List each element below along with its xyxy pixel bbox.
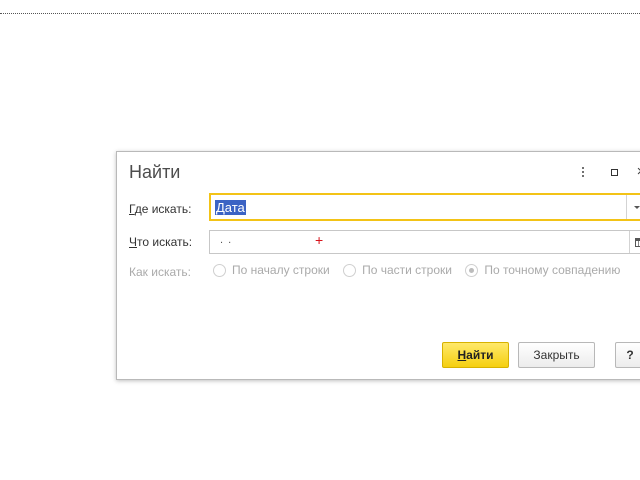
what-date-input[interactable]: . . + xyxy=(209,230,640,254)
where-label-rest: де искать: xyxy=(134,202,192,216)
find-mnemonic: Н xyxy=(457,348,467,362)
where-label: Где искать: xyxy=(129,202,191,216)
radio-part-of-string[interactable]: По части строки xyxy=(343,263,452,277)
where-select[interactable]: Дата xyxy=(209,193,640,221)
radio-label: По началу строки xyxy=(232,263,330,277)
calendar-icon[interactable] xyxy=(629,231,640,253)
find-dialog: Найти × Где искать: Дата Что искать: . .… xyxy=(116,151,640,380)
maximize-icon[interactable] xyxy=(606,164,622,180)
close-button[interactable]: Закрыть xyxy=(518,342,595,368)
dialog-title: Найти xyxy=(129,162,181,182)
chevron-down-icon[interactable] xyxy=(626,195,640,219)
radio-dot xyxy=(213,263,226,277)
radio-start-of-string[interactable]: По началу строки xyxy=(213,263,330,277)
how-label: Как искать: xyxy=(129,265,191,279)
where-select-value: Дата xyxy=(215,200,246,215)
radio-dot xyxy=(343,263,357,277)
radio-exact-match[interactable]: По точному совпадению xyxy=(465,263,620,277)
what-label-rest: то искать: xyxy=(137,235,193,249)
radio-label: По части строки xyxy=(362,263,452,277)
what-label: Что искать: xyxy=(129,235,192,249)
search-mode-group: По началу строки По части строки По точн… xyxy=(213,263,640,281)
radio-label: По точному совпадению xyxy=(484,263,621,277)
help-button[interactable]: ? xyxy=(615,342,640,368)
close-icon[interactable]: × xyxy=(633,164,640,180)
date-mask: . . xyxy=(220,234,233,246)
what-label-mnemonic: Ч xyxy=(129,235,137,249)
find-button[interactable]: Найти xyxy=(442,342,509,368)
top-separator xyxy=(0,13,640,14)
find-label-rest: айти xyxy=(466,348,494,362)
kebab-menu-icon[interactable] xyxy=(575,164,591,180)
mouse-cursor: + xyxy=(315,232,324,248)
radio-dot-selected xyxy=(465,263,479,277)
